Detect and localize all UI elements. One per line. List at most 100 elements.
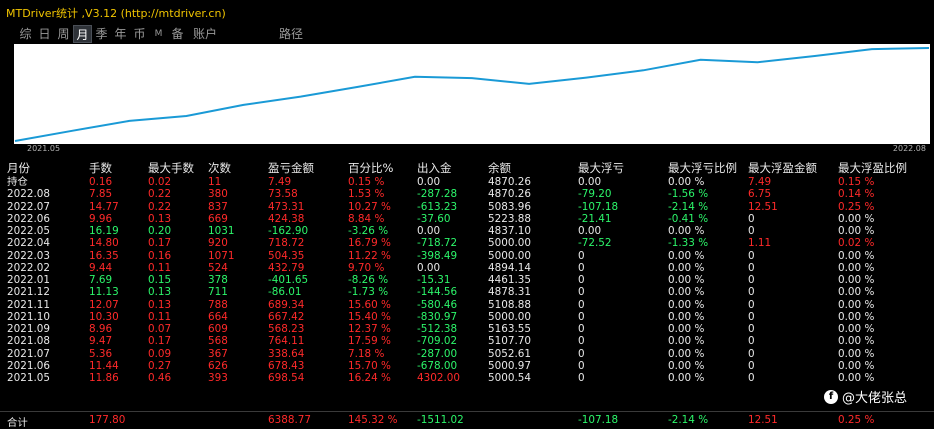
cell-trades: 788	[208, 298, 228, 311]
table-row[interactable]: 2021.09 8.96 0.07 609 568.23 12.37 % -512.38 51…	[7, 323, 932, 335]
tab-note[interactable]: 备	[168, 25, 187, 43]
header-profit: 盈亏金额	[268, 161, 314, 175]
cell-balance: 5052.61	[488, 347, 531, 360]
cell-percent: 15.70 %	[348, 359, 391, 372]
cell-balance: 5108.88	[488, 298, 531, 311]
cell-percent: 7.18 %	[348, 347, 385, 360]
table-row[interactable]: 2022.03 16.35 0.16 1071 504.35 11.22 % -398.49…	[7, 250, 932, 262]
table-row[interactable]: 2022.07 14.77 0.22 837 473.31 10.27 % -613.23 5…	[7, 201, 932, 213]
tab-m[interactable]: M	[149, 25, 168, 43]
tab-month[interactable]: 月	[73, 25, 92, 43]
cell-max-float-profit-pct: 0.00 %	[838, 335, 875, 348]
table-row[interactable]: 2021.11 12.07 0.13 788 689.34 15.60 % -580.46 5…	[7, 299, 932, 311]
table-row[interactable]: 2021.10 10.30 0.11 664 667.42 15.40 % -830.97 5…	[7, 311, 932, 323]
cell-max-float-profit: 0	[748, 212, 755, 225]
header-max-lots: 最大手数	[148, 161, 194, 175]
cell-month: 2022.04	[7, 237, 50, 250]
cell-max-float-profit: 0	[748, 359, 755, 372]
cell-max-float-loss-pct: 0.00 %	[668, 323, 705, 335]
table-row[interactable]: 2022.02 9.44 0.11 524 432.79 9.70 % 0.00 4894.1…	[7, 262, 932, 274]
cell-deposit-withdrawal: -287.00	[417, 347, 458, 360]
cell-max-lots: 0.09	[148, 347, 172, 360]
cell-max-float-loss-pct: -2.14 %	[668, 200, 709, 213]
table-row[interactable]: 2021.07 5.36 0.09 367 338.64 7.18 % -287.00 505…	[7, 348, 932, 360]
cell-max-lots: 0.13	[148, 212, 172, 225]
cell-trades: 367	[208, 347, 228, 360]
cell-max-float-profit: 12.51	[748, 200, 778, 213]
cell-max-float-profit-pct: 0.25 %	[838, 200, 875, 213]
tab-day[interactable]: 日	[35, 25, 54, 43]
facebook-icon: f	[824, 389, 838, 404]
tab-quarter[interactable]: 季	[92, 25, 111, 43]
cell-deposit-withdrawal: 4302.00	[417, 372, 460, 384]
cell-deposit-withdrawal: -678.00	[417, 359, 458, 372]
cell-profit: -86.01	[268, 286, 302, 299]
tab-path[interactable]: 路径	[276, 25, 306, 43]
cell-deposit-withdrawal: 0.00	[417, 261, 441, 274]
watermark-text: @大佬张总	[842, 391, 908, 406]
cell-max-float-profit: 0	[748, 347, 755, 360]
cell-max-lots: 0.27	[148, 359, 172, 372]
cell-max-lots: 0.17	[148, 335, 172, 348]
cell-max-float-profit-pct: 0.00 %	[838, 249, 875, 262]
table-row[interactable]: 2022.04 14.80 0.17 920 718.72 16.79 % -718.72 5…	[7, 237, 932, 249]
cell-max-float-loss: -79.20	[578, 188, 612, 201]
cell-percent: 17.59 %	[348, 335, 391, 348]
cell-max-float-loss-pct: 0.00 %	[668, 274, 705, 286]
table-row[interactable]: 2021.08 9.47 0.17 568 764.11 17.59 % -709.02 51…	[7, 335, 932, 347]
cell-max-float-loss-pct: 0.00 %	[668, 359, 705, 372]
table-row[interactable]: 2021.12 11.13 0.13 711 -86.01 -1.73 % -144.56 4…	[7, 286, 932, 298]
cell-balance: 5000.00	[488, 310, 531, 323]
table-row[interactable]: 2022.05 16.19 0.20 1031 -162.90 -3.26 % 0.00 48…	[7, 225, 932, 237]
total-max-float-loss-pct: -2.14 %	[668, 414, 709, 426]
cell-max-float-loss: 0	[578, 347, 585, 360]
cell-trades: 378	[208, 274, 228, 286]
cell-deposit-withdrawal: -37.60	[417, 212, 451, 225]
cell-percent: 12.37 %	[348, 323, 391, 335]
cell-max-lots: 0.11	[148, 261, 172, 274]
cell-lots: 14.77	[89, 200, 119, 213]
cell-month: 2022.03	[7, 249, 50, 262]
cell-month: 2021.08	[7, 335, 50, 348]
table-row[interactable]: 2022.08 7.85 0.22 380 73.58 1.53 % -287.28 4870…	[7, 188, 932, 200]
cell-profit: 338.64	[268, 347, 305, 360]
cell-profit: 689.34	[268, 298, 305, 311]
cell-month: 2021.11	[7, 298, 50, 311]
monthly-stats-table: 月份 手数 最大手数 次数 盈亏金额 百分比% 出入金 余额 最大浮亏 最大浮亏比例 最大浮盈金额 最…	[7, 160, 932, 384]
table-row[interactable]: 2022.06 9.96 0.13 669 424.38 8.84 % -37.60 5223…	[7, 213, 932, 225]
cell-max-float-loss-pct: 0.00 %	[668, 225, 705, 237]
tab-week[interactable]: 周	[54, 25, 73, 43]
cell-max-float-loss-pct: -1.33 %	[668, 237, 709, 250]
cell-trades: 711	[208, 286, 228, 299]
table-row[interactable]: 持仓 0.16 0.02 11 7.49 0.15 % 0.00 4870.26 0.00 0.0…	[7, 176, 932, 188]
table-row[interactable]: 2022.01 7.69 0.15 378 -401.65 -8.26 % -15.31 44…	[7, 274, 932, 286]
cell-deposit-withdrawal: 0.00	[417, 176, 441, 188]
cell-max-float-loss: 0	[578, 310, 585, 323]
cell-max-lots: 0.20	[148, 225, 172, 237]
chart-x-end-label: 2022.08	[892, 144, 926, 153]
cell-profit: 678.43	[268, 359, 305, 372]
tab-account[interactable]: 账户	[187, 25, 223, 43]
cell-max-float-loss-pct: 0.00 %	[668, 310, 705, 323]
balance-chart	[14, 44, 930, 144]
tab-all[interactable]: 综	[16, 25, 35, 43]
cell-deposit-withdrawal: -580.46	[417, 298, 458, 311]
tab-currency[interactable]: 币	[130, 25, 149, 43]
cell-deposit-withdrawal: 0.00	[417, 225, 441, 237]
cell-lots: 11.86	[89, 372, 119, 384]
cell-profit: 7.49	[268, 176, 292, 188]
cell-max-float-profit-pct: 0.14 %	[838, 188, 875, 201]
cell-profit: 568.23	[268, 323, 305, 335]
table-row[interactable]: 2021.05 11.86 0.46 393 698.54 16.24 % 4302.00 5…	[7, 372, 932, 384]
tab-year[interactable]: 年	[111, 25, 130, 43]
cell-max-float-loss: 0	[578, 323, 585, 335]
cell-profit: 718.72	[268, 237, 305, 250]
cell-max-float-profit-pct: 0.00 %	[838, 286, 875, 299]
cell-percent: 11.22 %	[348, 249, 391, 262]
cell-max-float-profit: 7.49	[748, 176, 772, 188]
cell-deposit-withdrawal: -709.02	[417, 335, 458, 348]
table-row[interactable]: 2021.06 11.44 0.27 626 678.43 15.70 % -678.00 5…	[7, 360, 932, 372]
cell-max-float-profit: 6.75	[748, 188, 772, 201]
app-title: MTDriver统计 ,V3.12 (http://mtdriver.cn)	[6, 7, 226, 20]
cell-lots: 16.19	[89, 225, 119, 237]
